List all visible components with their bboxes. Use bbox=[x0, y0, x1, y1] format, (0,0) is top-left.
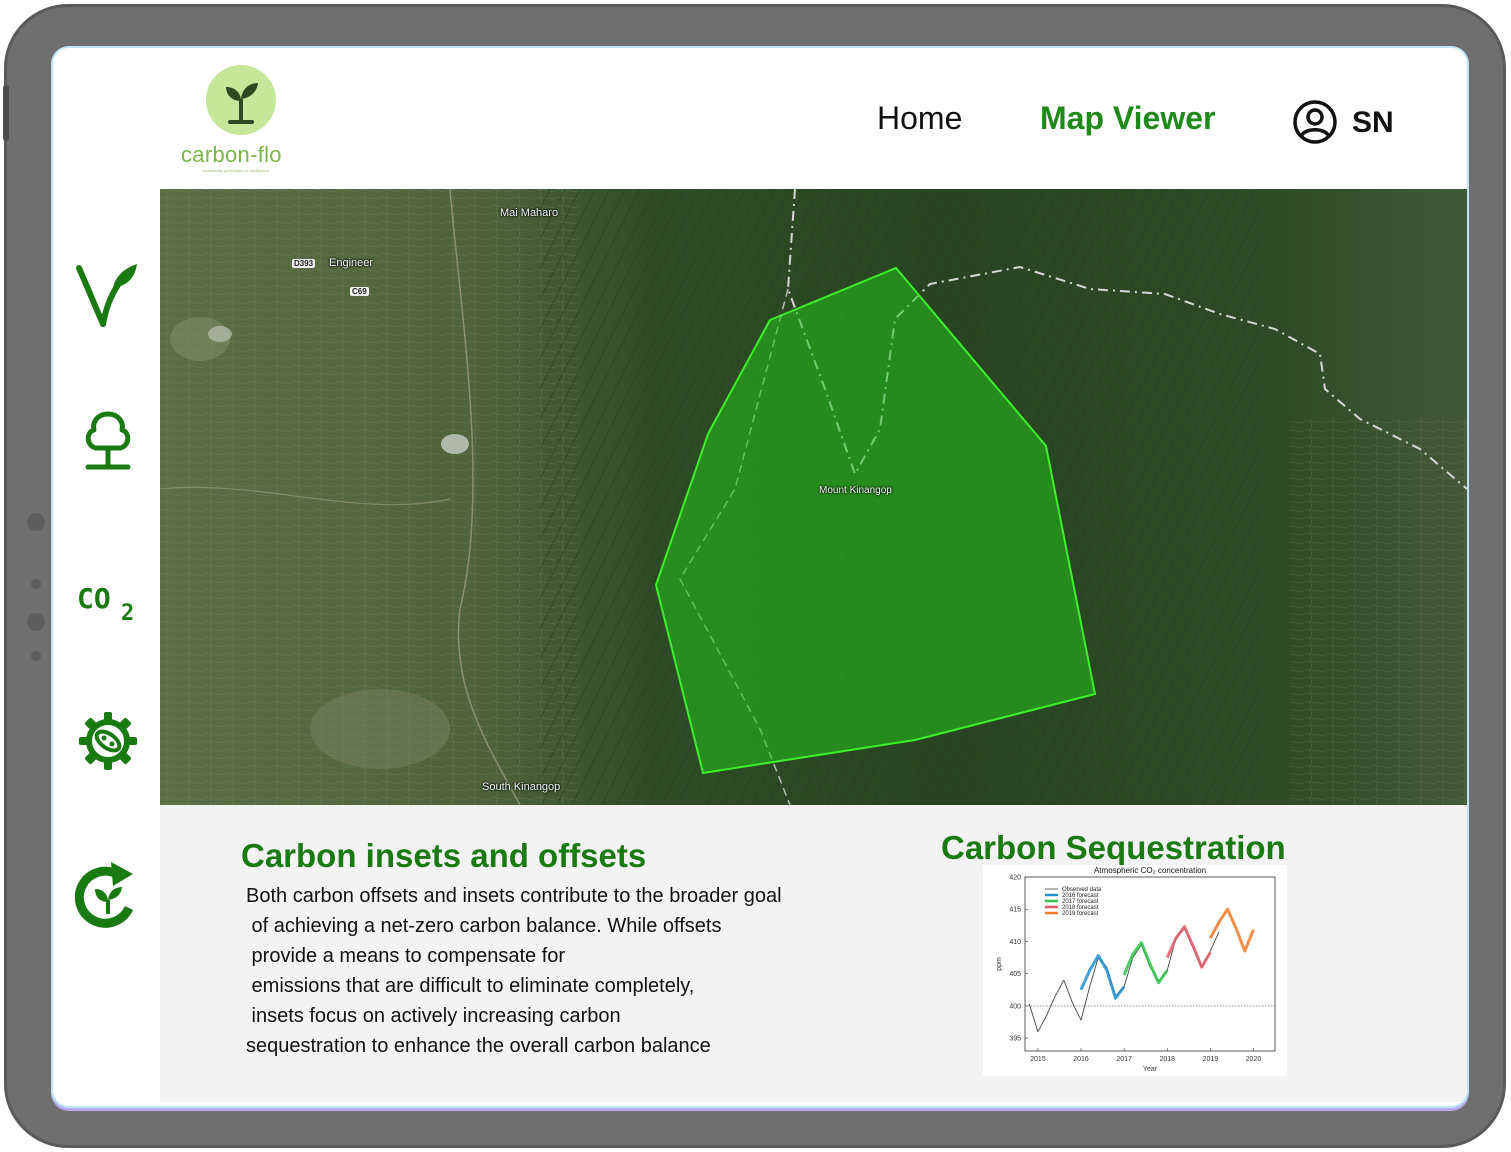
x-tick-label: 2018 bbox=[1159, 1056, 1175, 1063]
y-axis-label: ppm bbox=[996, 957, 1003, 971]
app-screen: carbon-flo biodiversity geoinsights & in… bbox=[53, 48, 1467, 1106]
microbe-gear-icon bbox=[79, 712, 137, 770]
x-axis-label: Year bbox=[1143, 1066, 1158, 1073]
body-line: Both carbon offsets and insets contribut… bbox=[246, 885, 782, 907]
series-line-4 bbox=[1208, 907, 1255, 953]
y-tick-label: 415 bbox=[1009, 907, 1021, 914]
camera-dot bbox=[27, 613, 45, 631]
recycle-leaf-icon bbox=[75, 862, 134, 928]
map-label-mai-maharo: Mai Maharo bbox=[500, 207, 559, 219]
body-line: provide a means to compensate for bbox=[246, 945, 566, 967]
chart-title: Atmospheric CO₂ concentration bbox=[1094, 866, 1206, 875]
road-badge-d393: D393 bbox=[292, 259, 316, 268]
logo-tagline: biodiversity geoinsights & intelligence bbox=[203, 168, 270, 173]
svg-text:2: 2 bbox=[121, 601, 134, 622]
info-panel: Carbon insets and offsets Both carbon of… bbox=[160, 805, 1467, 1102]
x-tick-label: 2015 bbox=[1030, 1056, 1046, 1063]
y-tick-label: 395 bbox=[1009, 1036, 1021, 1043]
sidebar-item-vegetation[interactable] bbox=[63, 256, 153, 332]
sidebar-item-trees[interactable] bbox=[63, 408, 153, 474]
side-button bbox=[3, 85, 9, 141]
map-canvas[interactable] bbox=[160, 189, 1467, 805]
road-badge-c69: C69 bbox=[350, 287, 369, 296]
y-tick-label: 405 bbox=[1009, 971, 1021, 978]
brand-logo[interactable]: carbon-flo biodiversity geoinsights & in… bbox=[173, 62, 313, 173]
sprout-icon bbox=[226, 83, 258, 124]
sidebar-item-co2[interactable]: CO 2 bbox=[63, 580, 153, 624]
logo-text: carbon-flo bbox=[181, 142, 282, 167]
sensor-dot bbox=[31, 651, 41, 661]
camera-dot bbox=[27, 513, 45, 531]
logo-badge bbox=[206, 65, 276, 135]
nav-home-link[interactable]: Home bbox=[877, 100, 962, 137]
legend-label: 2019 forecast bbox=[1062, 911, 1099, 917]
top-header: carbon-flo biodiversity geoinsights & in… bbox=[53, 48, 1467, 188]
body-line: insets focus on actively increasing carb… bbox=[246, 1005, 621, 1027]
tree-icon bbox=[85, 411, 131, 470]
insets-offsets-body: Both carbon offsets and insets contribut… bbox=[246, 881, 886, 1061]
co2-chart-svg: Atmospheric CO₂ concentration 395 400 405 41… bbox=[996, 866, 1276, 1073]
sidebar-item-biodiversity[interactable] bbox=[63, 708, 153, 774]
series-line-2 bbox=[1122, 941, 1169, 985]
co2-chart: Atmospheric CO₂ concentration 395 400 405 41… bbox=[983, 865, 1287, 1076]
series-line-0 bbox=[1028, 928, 1220, 1033]
x-tick-label: 2016 bbox=[1073, 1056, 1089, 1063]
sequestration-title: Carbon Sequestration bbox=[941, 829, 1286, 866]
map-label-south-kinangop: South Kinangop bbox=[482, 781, 561, 793]
nav-map-viewer-link[interactable]: Map Viewer bbox=[1040, 100, 1215, 137]
sensor-dot bbox=[31, 579, 41, 589]
sidebar-item-recycle[interactable] bbox=[63, 858, 153, 934]
y-tick-label: 420 bbox=[1009, 875, 1021, 882]
insets-offsets-title: Carbon insets and offsets bbox=[241, 837, 647, 874]
x-tick-label: 2019 bbox=[1203, 1056, 1219, 1063]
satellite-map[interactable]: Mai Maharo D393 Engineer C69 Mount Kinan… bbox=[160, 189, 1467, 805]
leaf-v-icon bbox=[76, 264, 137, 327]
x-tick-label: 2020 bbox=[1246, 1056, 1262, 1063]
user-initials[interactable]: SN bbox=[1352, 106, 1394, 140]
y-tick-label: 410 bbox=[1009, 939, 1021, 946]
body-line: sequestration to enhance the overall car… bbox=[246, 1035, 711, 1057]
co2-icon: CO 2 bbox=[77, 582, 134, 622]
sidebar: CO 2 bbox=[53, 188, 160, 1106]
svg-text:CO: CO bbox=[77, 582, 111, 615]
series-line-1 bbox=[1079, 954, 1126, 1000]
user-account-icon[interactable] bbox=[1291, 98, 1339, 146]
map-label-engineer: Engineer bbox=[329, 257, 374, 269]
body-line: of achieving a net-zero carbon balance. … bbox=[246, 915, 722, 937]
body-line: emissions that are difficult to eliminat… bbox=[246, 975, 695, 997]
y-tick-label: 400 bbox=[1009, 1003, 1021, 1010]
map-label-mount-kinangop: Mount Kinangop bbox=[819, 485, 892, 496]
x-tick-label: 2017 bbox=[1116, 1056, 1132, 1063]
